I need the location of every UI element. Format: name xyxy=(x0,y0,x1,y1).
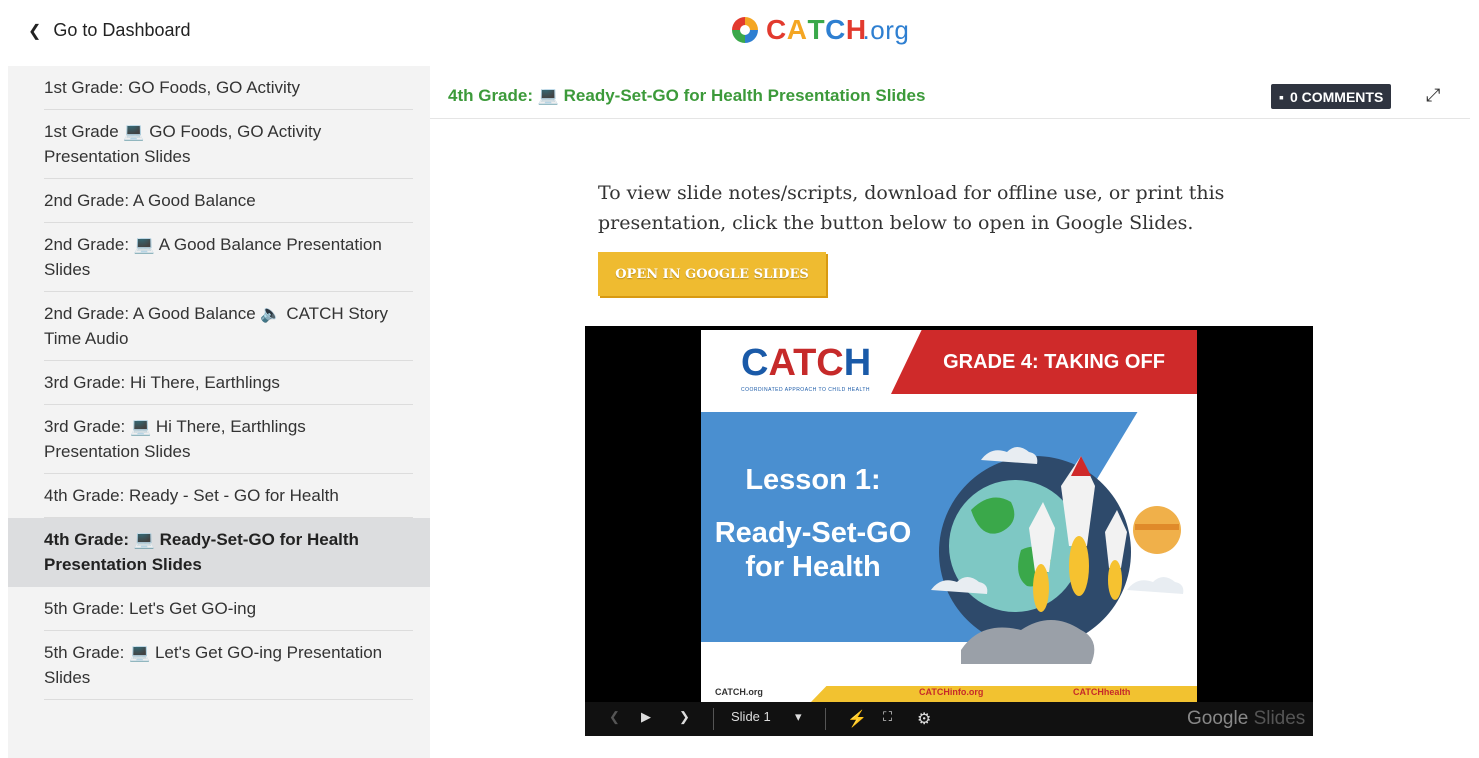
slide-select[interactable]: Slide 1 xyxy=(731,709,771,724)
chevron-down-icon[interactable]: ▾ xyxy=(795,709,802,725)
slide-footer-mid: CATCHinfo.org xyxy=(919,687,984,697)
comment-icon: ▪ xyxy=(1279,88,1284,105)
next-slide-icon[interactable]: ❯ xyxy=(679,709,690,725)
previous-slide-icon[interactable]: ❮ xyxy=(609,709,620,725)
slide-lesson-title-line2: for Health xyxy=(745,551,881,583)
expand-icon[interactable]: ⤢ xyxy=(1426,85,1440,106)
gear-icon[interactable]: ⚙ xyxy=(917,709,931,729)
fullscreen-icon[interactable]: ⛶ xyxy=(883,709,892,725)
sidebar-item[interactable]: 5th Grade: 💻 Let's Get GO-ing Presentati… xyxy=(8,631,430,700)
page-title: 4th Grade: 💻 Ready-Set-GO for Health Pre… xyxy=(448,86,926,105)
go-to-dashboard-link[interactable]: ❮ Go to Dashboard xyxy=(28,20,191,41)
slide-lesson-title: Ready-Set-GO for Health xyxy=(701,516,925,584)
sidebar-item[interactable]: 1st Grade 💻 GO Foods, GO Activity Presen… xyxy=(8,110,430,179)
lightning-icon[interactable]: ⚡ xyxy=(847,709,867,729)
info-text: To view slide notes/scripts, download fo… xyxy=(598,182,1225,234)
slide-tagline: COORDINATED APPROACH TO CHILD HEALTH xyxy=(741,387,871,393)
open-in-google-slides-button[interactable]: OPEN IN GOOGLE SLIDES xyxy=(598,252,826,296)
sidebar-item[interactable]: 1st Grade: GO Foods, GO Activity xyxy=(8,66,430,110)
divider xyxy=(825,708,826,730)
sidebar-item[interactable]: 2nd Grade: A Good Balance xyxy=(8,179,430,223)
sidebar-item[interactable]: 3rd Grade: Hi There, Earthlings xyxy=(8,361,430,405)
slide-view: CATCH COORDINATED APPROACH TO CHILD HEAL… xyxy=(701,330,1197,702)
content-header: 4th Grade: 💻 Ready-Set-GO for Health Pre… xyxy=(430,74,1470,119)
comments-label: 0 COMMENTS xyxy=(1289,88,1384,105)
top-bar: ❮ Go to Dashboard CATCH.org xyxy=(0,0,1479,66)
player-controls: ❮ ▶ ❯ Slide 1 ▾ ⚡ ⛶ ⚙ Google Slides xyxy=(585,702,1313,736)
back-label: Go to Dashboard xyxy=(53,20,191,40)
catch-logo-text: CATCH.org xyxy=(766,14,910,45)
play-icon[interactable]: ▶ xyxy=(641,709,651,725)
slide-lesson-title-line1: Ready-Set-GO xyxy=(714,517,912,549)
divider xyxy=(713,708,714,730)
catch-logo-icon xyxy=(732,17,758,43)
sidebar-item[interactable]: 2nd Grade: A Good Balance 🔈 CATCH Story … xyxy=(8,292,430,361)
lesson-sidebar: 1st Grade: GO Foods, GO Activity 1st Gra… xyxy=(8,66,430,758)
comments-button[interactable]: ▪ 0 COMMENTS xyxy=(1271,84,1392,109)
sidebar-item[interactable]: 4th Grade: Ready - Set - GO for Health xyxy=(8,474,430,518)
sidebar-item[interactable]: 3rd Grade: 💻 Hi There, Earthlings Presen… xyxy=(8,405,430,474)
sidebar-item-active[interactable]: 4th Grade: 💻 Ready-Set-GO for Health Pre… xyxy=(8,518,430,587)
rocket-earth-illustration xyxy=(931,447,1184,664)
slide-footer-left: CATCH.org xyxy=(715,687,763,697)
slide-grade-banner: GRADE 4: TAKING OFF xyxy=(891,330,1197,394)
slide-footer-stripe xyxy=(811,686,1197,702)
sidebar-item[interactable]: 2nd Grade: 💻 A Good Balance Presentation… xyxy=(8,223,430,292)
google-slides-brand: Google Slides xyxy=(1187,708,1306,729)
chevron-left-icon: ❮ xyxy=(28,22,42,40)
slides-player[interactable]: CATCH COORDINATED APPROACH TO CHILD HEAL… xyxy=(585,326,1313,736)
main-content: 4th Grade: 💻 Ready-Set-GO for Health Pre… xyxy=(430,74,1470,758)
slide-catch-logo: CATCH xyxy=(741,342,872,384)
catch-logo[interactable]: CATCH.org xyxy=(732,14,909,46)
sidebar-item[interactable]: 5th Grade: Let's Get GO-ing xyxy=(8,587,430,631)
slide-footer-right: CATCHhealth xyxy=(1073,687,1131,697)
slide-lesson-number: Lesson 1: xyxy=(745,464,881,496)
